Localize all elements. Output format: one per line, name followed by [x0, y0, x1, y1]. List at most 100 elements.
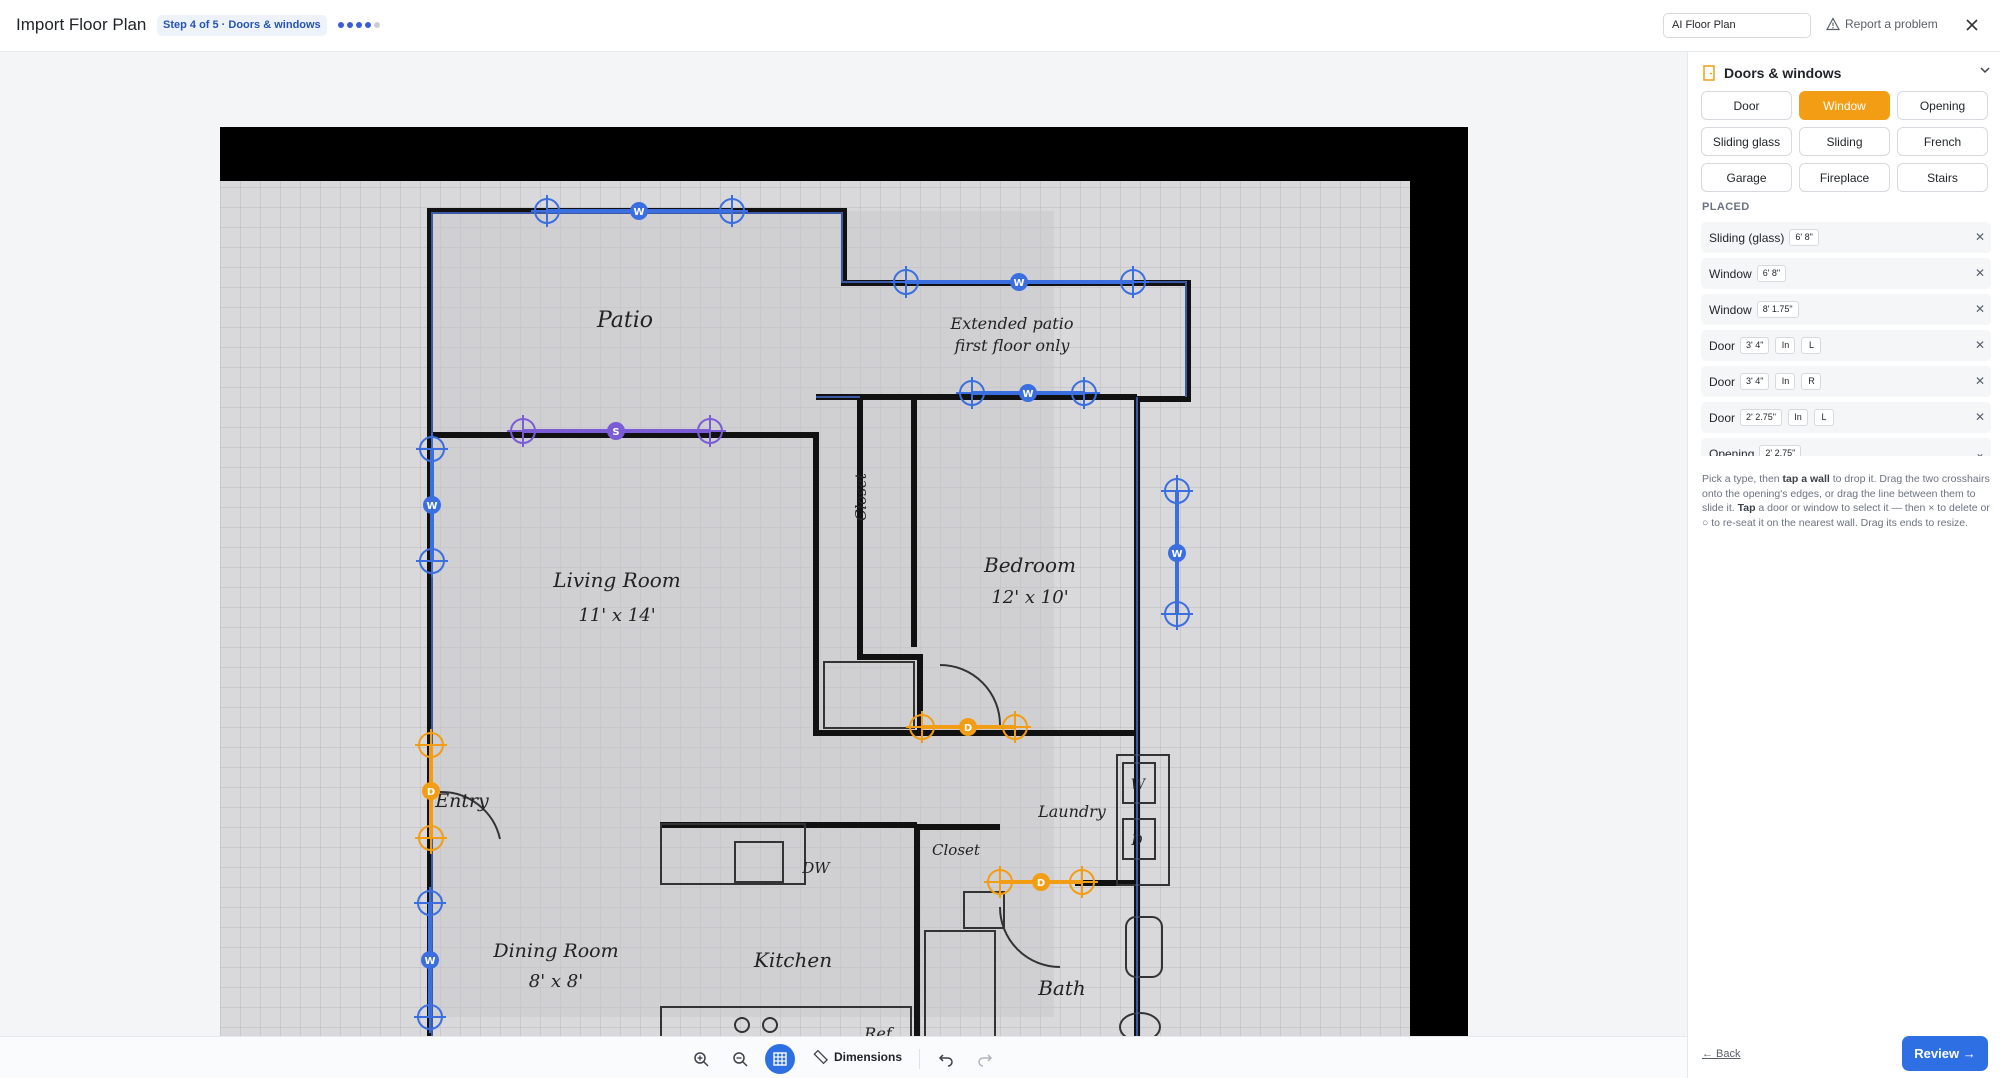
label-entry: Entry — [434, 790, 489, 812]
label-extended-patio-note: first floor only — [954, 336, 1071, 355]
label-bedroom-dim: 12' x 10' — [991, 587, 1068, 608]
placed-item[interactable]: Door 3' 4" In R ✕ — [1701, 366, 1991, 397]
placed-item-width[interactable]: 2' 2.75" — [1740, 409, 1782, 426]
ruler-icon — [813, 1049, 828, 1065]
delete-icon[interactable]: ✕ — [1975, 374, 1985, 388]
window-marker[interactable]: W — [1010, 273, 1028, 291]
placed-item-width[interactable]: 3' 4" — [1740, 337, 1770, 354]
zoom-out-icon[interactable] — [727, 1046, 753, 1072]
placed-item-width[interactable]: 2' 2.75" — [1759, 445, 1802, 456]
svg-text:D: D — [964, 723, 972, 734]
grid-toggle-icon[interactable] — [765, 1044, 795, 1074]
placed-item-name: Door — [1709, 410, 1736, 425]
window-marker[interactable]: W — [630, 202, 648, 220]
chevron-down-icon[interactable]: ⌄ — [1975, 446, 1985, 456]
placed-item[interactable]: Opening 2' 2.75" ⌄ — [1701, 438, 1991, 456]
step-dot — [338, 22, 344, 28]
type-sliding-glass-button[interactable]: Sliding glass — [1701, 127, 1792, 156]
label-closet: Closet — [932, 841, 981, 859]
door-marker[interactable]: D — [959, 718, 977, 736]
placed-item-width[interactable]: 6' 8" — [1756, 265, 1787, 282]
svg-text:W: W — [633, 207, 644, 218]
door-marker[interactable]: D — [1032, 873, 1050, 891]
delete-icon[interactable]: ✕ — [1975, 266, 1985, 280]
label-dining-room-dim: 8' x 8' — [529, 971, 583, 992]
canvas-toolbar: Dimensions — [0, 1036, 1687, 1078]
label-kitchen: Kitchen — [753, 948, 832, 972]
label-living-room-dim: 11' x 14' — [578, 605, 655, 626]
label-closet-vertical: Closet — [852, 472, 870, 521]
svg-text:D: D — [427, 787, 435, 798]
type-stairs-button[interactable]: Stairs — [1897, 163, 1988, 192]
back-link[interactable]: ← Back — [1702, 1048, 1741, 1060]
placed-item-width[interactable]: 8' 1.75" — [1756, 301, 1799, 318]
placed-list[interactable]: Sliding (glass) 6' 8" ✕ Window 6' 8" ✕ W… — [1701, 222, 1991, 456]
svg-text:S: S — [612, 427, 619, 438]
type-sliding-button[interactable]: Sliding — [1799, 127, 1890, 156]
svg-text:W: W — [1171, 549, 1182, 560]
placed-item[interactable]: Window 6' 8" ✕ — [1701, 258, 1991, 289]
placed-item[interactable]: Window 8' 1.75" ✕ — [1701, 294, 1991, 325]
window-marker[interactable]: W — [1019, 384, 1037, 402]
report-problem-link[interactable]: Report a problem — [1826, 17, 1938, 31]
hand-toggle[interactable]: R — [1801, 373, 1822, 390]
window-marker[interactable]: W — [1168, 544, 1186, 562]
floor-plan-canvas[interactable]: Patio Extended patio first floor only Cl… — [220, 127, 1468, 1063]
help-text-part: Pick a type, then — [1702, 473, 1783, 485]
label-patio: Patio — [596, 308, 653, 333]
panel-header[interactable]: Doors & windows — [1702, 61, 1992, 85]
doors-windows-panel: Doors & windows Door Window Opening Slid… — [1687, 52, 2000, 1078]
review-button[interactable]: Review → — [1902, 1036, 1988, 1071]
dimensions-toggle[interactable]: Dimensions — [812, 1049, 902, 1065]
hand-toggle[interactable]: L — [1801, 337, 1822, 354]
svg-text:D: D — [1037, 878, 1045, 889]
placed-item[interactable]: Sliding (glass) 6' 8" ✕ — [1701, 222, 1991, 253]
svg-text:W: W — [1013, 278, 1024, 289]
step-indicator: Step 4 of 5 · Doors & windows — [157, 15, 327, 36]
type-garage-button[interactable]: Garage — [1701, 163, 1792, 192]
placed-item-name: Door — [1709, 374, 1736, 389]
door-icon — [1703, 65, 1715, 81]
redo-icon[interactable] — [972, 1046, 998, 1072]
label-extended-patio: Extended patio — [950, 314, 1074, 333]
swing-toggle[interactable]: In — [1775, 337, 1796, 354]
label-washer: W — [1131, 777, 1147, 793]
canvas-area[interactable]: Patio Extended patio first floor only Cl… — [0, 52, 1687, 1063]
placed-item[interactable]: Door 3' 4" In L ✕ — [1701, 330, 1991, 361]
placed-item[interactable]: Door 2' 2.75" In L ✕ — [1701, 402, 1991, 433]
label-bath: Bath — [1037, 976, 1086, 1000]
delete-icon[interactable]: ✕ — [1975, 338, 1985, 352]
undo-icon[interactable] — [933, 1046, 959, 1072]
step-progress-dots — [338, 22, 380, 28]
type-fireplace-button[interactable]: Fireplace — [1799, 163, 1890, 192]
hand-toggle[interactable]: L — [1813, 409, 1834, 426]
placed-item-name: Sliding (glass) — [1709, 230, 1785, 245]
placed-item-width[interactable]: 3' 4" — [1740, 373, 1770, 390]
zoom-in-icon[interactable] — [688, 1046, 714, 1072]
svg-text:W: W — [426, 501, 437, 512]
type-door-button[interactable]: Door — [1701, 91, 1792, 120]
svg-text:W: W — [1022, 389, 1033, 400]
placed-item-width[interactable]: 6' 8" — [1789, 229, 1819, 246]
type-window-button[interactable]: Window — [1799, 91, 1890, 120]
type-opening-button[interactable]: Opening — [1897, 91, 1988, 120]
delete-icon[interactable]: ✕ — [1975, 410, 1985, 424]
sliding-marker[interactable]: S — [607, 422, 625, 440]
type-french-button[interactable]: French — [1897, 127, 1988, 156]
placed-heading: PLACED — [1702, 201, 1750, 213]
window-marker[interactable]: W — [421, 951, 439, 969]
placed-item-name: Opening — [1709, 446, 1755, 457]
report-problem-label: Report a problem — [1845, 17, 1938, 31]
window-marker[interactable]: W — [423, 496, 441, 514]
chevron-down-icon[interactable] — [1978, 63, 1992, 77]
help-text-bold: Tap — [1737, 502, 1756, 514]
swing-toggle[interactable]: In — [1787, 409, 1808, 426]
swing-toggle[interactable]: In — [1775, 373, 1796, 390]
door-marker[interactable]: D — [422, 782, 440, 800]
delete-icon[interactable]: ✕ — [1975, 302, 1985, 316]
model-select[interactable]: AI Floor Plan — [1663, 13, 1811, 38]
floor-plan-drawing[interactable]: Patio Extended patio first floor only Cl… — [220, 127, 1468, 1063]
close-icon[interactable] — [1962, 13, 1982, 37]
panel-title: Doors & windows — [1724, 65, 1842, 81]
delete-icon[interactable]: ✕ — [1975, 230, 1985, 244]
